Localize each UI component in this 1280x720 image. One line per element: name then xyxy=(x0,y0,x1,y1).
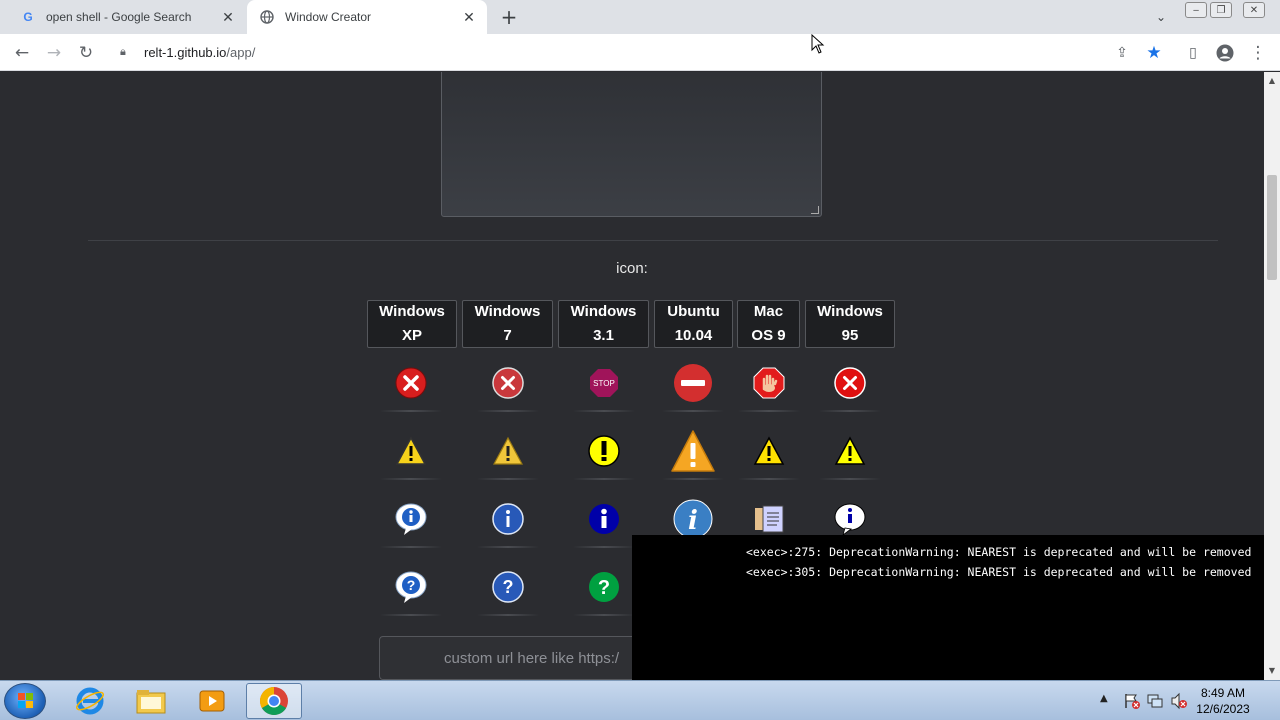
menu-kebab-icon[interactable]: ⋮ xyxy=(1245,40,1271,66)
mac-warning-icon[interactable] xyxy=(734,422,804,480)
os-button-windows-7[interactable]: Windows 7 xyxy=(462,300,553,348)
side-panel-icon[interactable]: ▯ xyxy=(1180,40,1206,66)
os-button-line1: Windows xyxy=(817,303,883,320)
minimize-button[interactable]: ‒ xyxy=(1185,2,1207,18)
win7-info-icon[interactable] xyxy=(473,490,543,548)
xp-error-icon[interactable] xyxy=(376,354,446,412)
os-button-line2: 10.04 xyxy=(674,327,713,344)
ubuntu-error-icon[interactable] xyxy=(658,354,728,412)
svg-text:i: i xyxy=(688,506,698,536)
console-line: <exec>:305: DeprecationWarning: NEAREST … xyxy=(746,565,1252,579)
scroll-down-arrow-icon[interactable]: ▼ xyxy=(1267,666,1277,676)
clock-time: 8:49 AM xyxy=(1200,686,1246,700)
win95-warning-icon[interactable] xyxy=(815,422,885,480)
os-button-mac-os-9[interactable]: Mac OS 9 xyxy=(737,300,800,348)
os-button-line1: Ubuntu xyxy=(667,303,720,320)
bookmark-star-icon[interactable]: ★ xyxy=(1141,40,1167,66)
win95-error-icon[interactable] xyxy=(815,354,885,412)
network-icon[interactable] xyxy=(1146,692,1164,714)
tab-window-creator[interactable]: Window Creator ✕ xyxy=(247,0,487,34)
lock-icon: 🔒︎ xyxy=(120,45,126,58)
ubuntu-warning-icon[interactable] xyxy=(658,422,728,480)
chrome-taskbar-button[interactable] xyxy=(246,683,302,719)
tab-title: open shell - Google Search xyxy=(46,10,192,24)
page-scrollbar[interactable]: ▲ ▼ xyxy=(1264,72,1280,680)
mouse-cursor-icon xyxy=(811,34,825,54)
os-button-line1: Windows xyxy=(474,303,541,320)
section-divider xyxy=(88,240,1218,241)
os-button-ubuntu-10-04[interactable]: Ubuntu 10.04 xyxy=(654,300,733,348)
os-button-line1: Mac xyxy=(753,303,784,320)
file-explorer-folder-icon[interactable] xyxy=(123,683,179,719)
xp-warning-icon[interactable] xyxy=(376,422,446,480)
tab-google-search[interactable]: G open shell - Google Search ✕ xyxy=(8,0,246,34)
console-line: <exec>:275: DeprecationWarning: NEAREST … xyxy=(746,545,1252,559)
console-output-overlay: <exec>:275: DeprecationWarning: NEAREST … xyxy=(632,535,1264,680)
xp-question-bubble-icon[interactable]: ? xyxy=(376,558,446,616)
google-icon: G xyxy=(23,10,33,24)
new-tab-button[interactable]: + xyxy=(498,5,520,29)
win31-exclamation-icon[interactable] xyxy=(569,422,639,480)
os-button-line1: Windows xyxy=(570,303,637,320)
win7-warning-icon[interactable] xyxy=(473,422,543,480)
os-button-line2: OS 9 xyxy=(751,327,786,344)
close-window-button[interactable]: ✕ xyxy=(1243,2,1265,18)
close-icon[interactable]: ✕ xyxy=(218,7,238,27)
address-bar[interactable]: 🔒︎ relt-1.github.io/app/ xyxy=(110,37,1145,67)
share-icon[interactable]: ⇪ xyxy=(1109,40,1135,66)
action-center-flag-icon[interactable] xyxy=(1123,692,1141,714)
svg-text:?: ? xyxy=(503,577,514,597)
browser-toolbar: ← → ↻ 🔒︎ relt-1.github.io/app/ ⇪ ★ ▯ ⋮ xyxy=(0,34,1280,71)
os-button-windows-xp[interactable]: Windows XP xyxy=(367,300,457,348)
internet-explorer-icon[interactable] xyxy=(62,683,118,719)
mac-stop-hand-icon[interactable] xyxy=(734,354,804,412)
os-button-line1: Windows xyxy=(379,303,445,320)
clock-date: 12/6/2023 xyxy=(1196,702,1250,716)
back-arrow-icon[interactable]: ← xyxy=(9,40,35,66)
os-button-line2: 7 xyxy=(503,327,512,344)
os-button-line2: 3.1 xyxy=(593,327,614,344)
os-button-line2: 95 xyxy=(841,327,859,344)
reload-icon[interactable]: ↻ xyxy=(73,40,99,66)
tab-search-chevron-icon[interactable]: ⌄ xyxy=(1150,6,1172,28)
xp-info-bubble-icon[interactable] xyxy=(376,490,446,548)
url-path: /app/ xyxy=(226,44,256,60)
os-button-windows-95[interactable]: Windows 95 xyxy=(805,300,895,348)
profile-avatar-icon[interactable] xyxy=(1212,40,1238,66)
os-button-line2: XP xyxy=(401,327,422,344)
win31-info-icon[interactable] xyxy=(569,490,639,548)
os-button-windows-3-1[interactable]: Windows 3.1 xyxy=(558,300,649,348)
restore-button[interactable]: ❐ xyxy=(1210,2,1232,18)
scroll-up-arrow-icon[interactable]: ▲ xyxy=(1267,76,1277,86)
globe-icon xyxy=(259,9,275,25)
taskbar-clock[interactable]: 8:49 AM 12/6/2023 xyxy=(1188,685,1258,717)
forward-arrow-icon[interactable]: → xyxy=(41,40,67,66)
tab-title: Window Creator xyxy=(285,10,372,24)
win7-question-icon[interactable]: ? xyxy=(473,558,543,616)
resize-grip-icon[interactable] xyxy=(811,206,819,214)
win7-error-icon[interactable] xyxy=(473,354,543,412)
icon-section-label: icon: xyxy=(616,260,648,277)
media-player-icon[interactable] xyxy=(184,683,240,719)
tab-strip: G open shell - Google Search ✕ Window Cr… xyxy=(0,0,1280,34)
windows-taskbar: ▲ 8:49 AM 12/6/2023 xyxy=(0,680,1280,720)
scrollbar-thumb[interactable] xyxy=(1267,175,1277,280)
svg-text:?: ? xyxy=(407,577,416,593)
close-icon[interactable]: ✕ xyxy=(459,7,479,27)
message-textarea[interactable] xyxy=(441,72,822,217)
svg-text:?: ? xyxy=(598,577,610,599)
url-host: relt-1.github.io xyxy=(144,44,227,60)
tray-expand-icon[interactable]: ▲ xyxy=(1100,693,1108,704)
win31-question-icon[interactable]: ? xyxy=(569,558,639,616)
start-button[interactable] xyxy=(4,683,46,719)
win31-stop-icon[interactable]: STOP xyxy=(569,354,639,412)
svg-text:STOP: STOP xyxy=(593,379,615,388)
volume-muted-icon[interactable] xyxy=(1170,692,1188,714)
